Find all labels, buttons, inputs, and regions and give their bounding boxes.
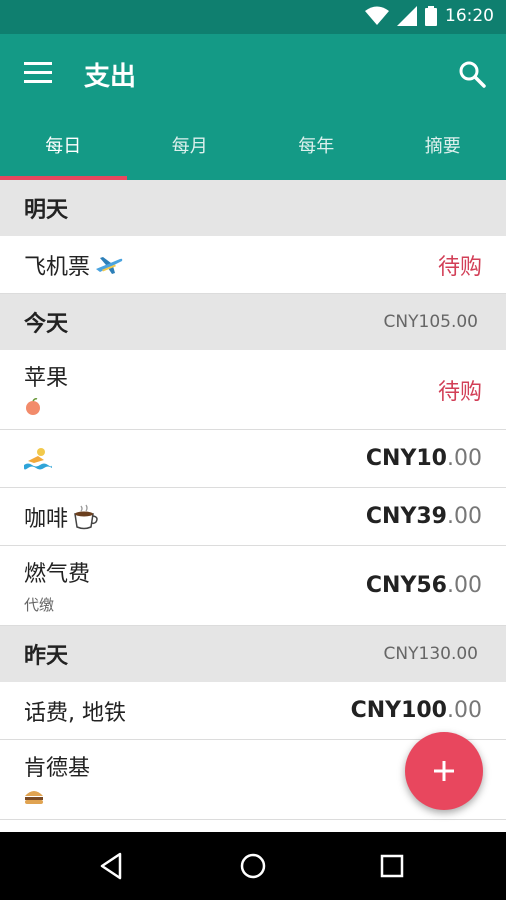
back-icon[interactable] <box>96 850 128 882</box>
expense-name: 话费, 地铁 <box>24 700 126 726</box>
coffee-emoji-icon <box>74 504 98 529</box>
expense-name <box>24 447 52 471</box>
pending-status: 待购 <box>437 379 482 405</box>
page-title: 支出 <box>84 62 137 92</box>
section-label: 昨天 <box>24 644 69 669</box>
status-bar: 16:20 <box>0 0 506 34</box>
expense-row-gas-bill[interactable]: 燃气费 代缴 CNY56.00 <box>0 546 506 626</box>
expense-row-phone-subway[interactable]: 话费, 地铁 CNY100.00 <box>0 682 506 740</box>
expense-row-airplane-ticket[interactable]: 飞机票 待购 <box>0 236 506 294</box>
add-expense-button[interactable] <box>405 732 483 810</box>
section-header-today: 今天 CNY105.00 <box>0 294 506 350</box>
expense-amount: CNY10.00 <box>365 446 482 471</box>
expense-amount: CNY100.00 <box>350 698 482 723</box>
expense-name: 肯德基 <box>24 755 91 781</box>
expense-name: 苹果 <box>24 365 69 391</box>
battery-icon <box>425 6 437 26</box>
tab-daily[interactable]: 每日 <box>0 114 127 180</box>
pending-status: 待购 <box>437 254 482 280</box>
expense-name: 飞机票 <box>24 249 124 281</box>
home-icon[interactable] <box>237 850 269 882</box>
search-icon[interactable] <box>458 60 486 88</box>
expense-row-apple[interactable]: 苹果 待购 <box>0 350 506 430</box>
period-tabs: 每日 每月 每年 摘要 <box>0 114 506 180</box>
expense-note <box>24 397 68 420</box>
menu-icon[interactable] <box>24 62 52 84</box>
expense-row-coffee[interactable]: 咖啡 CNY39.00 <box>0 488 506 546</box>
tab-monthly[interactable]: 每月 <box>127 114 254 180</box>
apple-emoji-icon <box>26 397 40 415</box>
expense-note: 代缴 <box>24 596 55 614</box>
tab-summary[interactable]: 摘要 <box>380 114 506 180</box>
status-time: 16:20 <box>445 6 494 26</box>
airplane-emoji-icon <box>96 256 123 274</box>
status-icons: 16:20 <box>365 6 494 26</box>
plus-icon <box>434 761 454 781</box>
section-header-tomorrow: 明天 <box>0 180 506 236</box>
recents-icon[interactable] <box>376 850 408 882</box>
tab-yearly[interactable]: 每年 <box>253 114 380 180</box>
wifi-icon <box>365 6 389 25</box>
section-label: 今天 <box>24 312 69 337</box>
expense-amount: CNY39.00 <box>365 504 482 529</box>
system-nav-bar <box>0 832 506 900</box>
section-label: 明天 <box>24 198 69 223</box>
app-bar: 支出 <box>0 34 506 114</box>
burger-emoji-icon <box>25 790 43 804</box>
cell-signal-icon <box>397 6 417 26</box>
section-header-yesterday: 昨天 CNY130.00 <box>0 626 506 682</box>
expense-name: 咖啡 <box>24 501 100 533</box>
expense-name: 燃气费 <box>24 562 91 587</box>
section-total: CNY130.00 <box>383 644 478 664</box>
expense-row-swimming[interactable]: CNY10.00 <box>0 430 506 488</box>
expense-note <box>24 788 90 810</box>
section-total: CNY105.00 <box>383 312 478 332</box>
swimming-emoji-icon <box>24 447 52 469</box>
expense-amount: CNY56.00 <box>365 573 482 598</box>
